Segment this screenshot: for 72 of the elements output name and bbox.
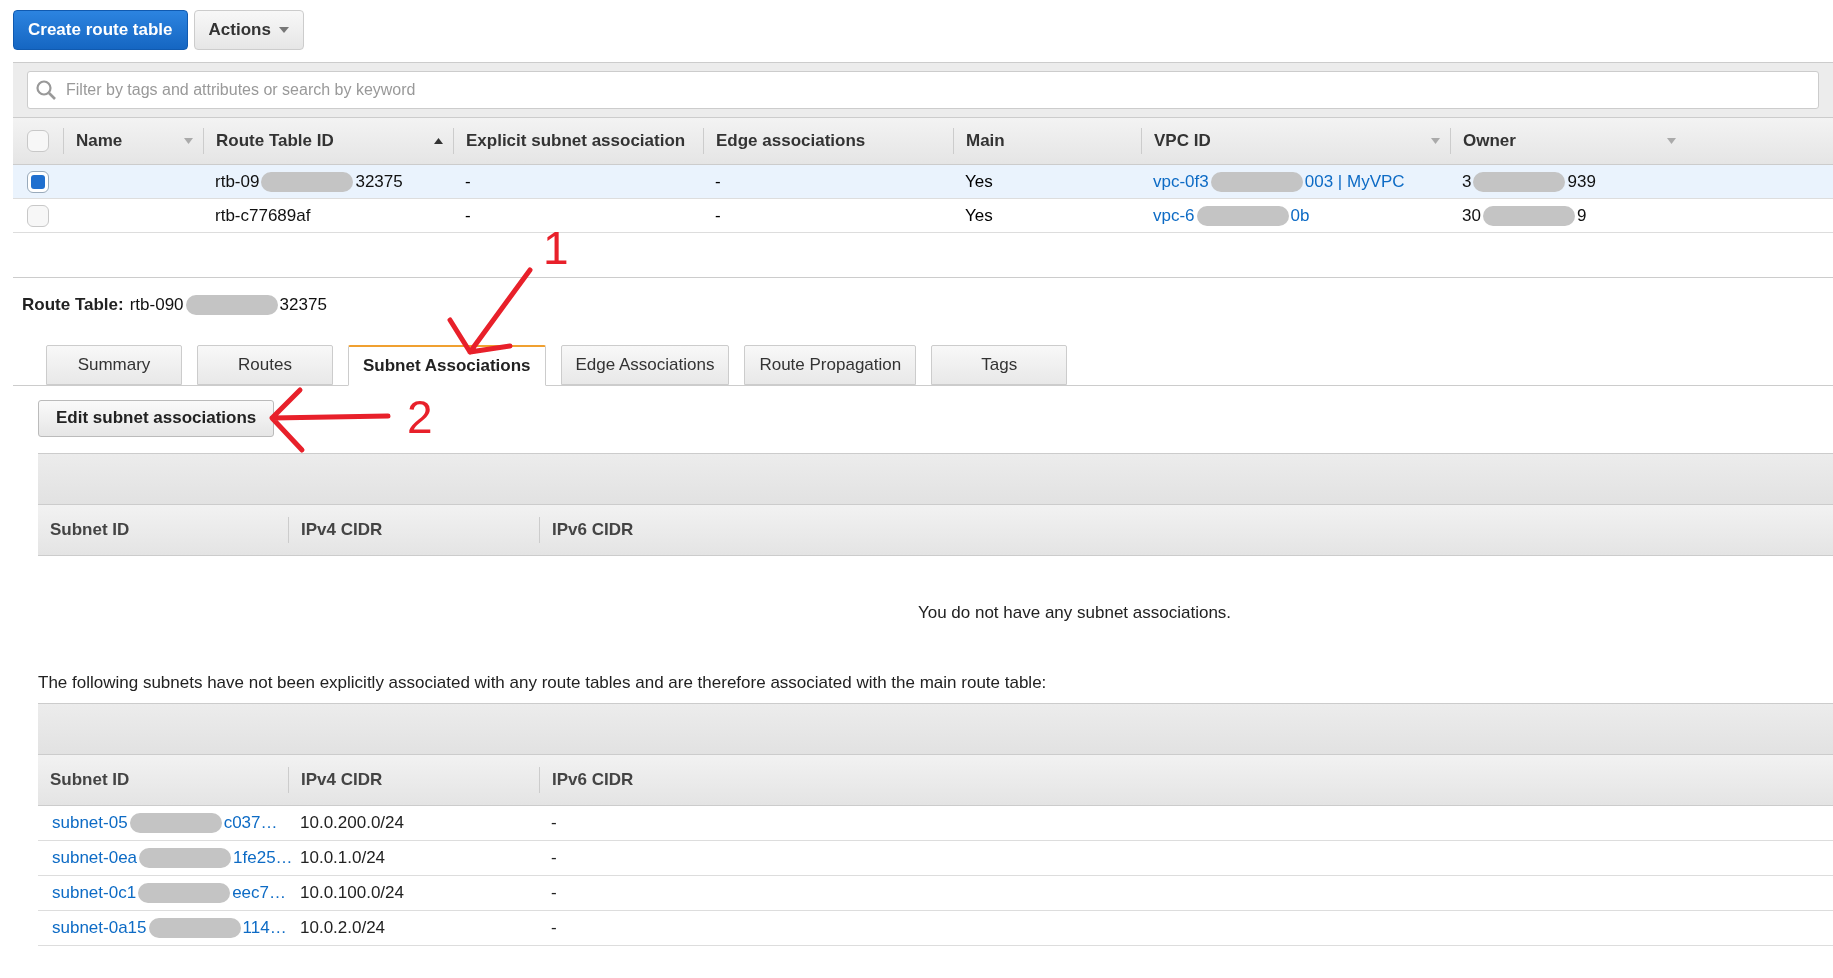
table-cell: Yes <box>965 205 993 225</box>
owner-id: 9 <box>1576 204 1587 227</box>
table-cell: 10.0.2.0/24 <box>300 918 386 938</box>
sort-ascending-icon[interactable] <box>434 138 443 144</box>
column-header[interactable]: Name <box>76 128 123 154</box>
subnet-link[interactable]: c037… <box>223 810 278 836</box>
route-table-id: rtb-090 <box>129 294 184 316</box>
column-header[interactable]: Route Table ID <box>216 128 334 154</box>
vpc-link[interactable]: 0b <box>1290 202 1310 229</box>
row-checkbox[interactable] <box>27 204 49 227</box>
column-header: Subnet ID <box>50 769 130 792</box>
tab[interactable]: Summary <box>46 344 182 385</box>
create-route-table-button[interactable]: Create route table <box>13 10 188 50</box>
vpc-link[interactable]: vpc-0f3 <box>1153 168 1209 195</box>
tab[interactable]: Routes <box>197 344 333 385</box>
column-header: IPv4 CIDR <box>301 769 383 792</box>
route-table-id: rtb-c77689af <box>215 204 311 227</box>
subnet-link[interactable]: subnet-05 <box>52 810 128 836</box>
table-cell: - <box>715 171 721 191</box>
column-header[interactable]: Main <box>966 128 1005 154</box>
caret-icon <box>278 27 289 33</box>
vpc-link[interactable]: 003 | MyVPC <box>1304 168 1405 195</box>
column-header[interactable]: Owner <box>1463 128 1516 154</box>
tab[interactable]: Route Propagation <box>744 344 917 385</box>
caret-icon[interactable] <box>184 138 193 144</box>
table-cell: - <box>551 918 557 938</box>
search-field[interactable]: Filter by tags and attributes or search by keyword <box>27 71 1819 109</box>
note-text: The following subnets have not been explicitly associated with any route tables and are therefore associated with the main route table: <box>38 672 1047 692</box>
subnet-link[interactable]: subnet-0ea <box>52 845 138 871</box>
table-cell: 10.0.1.0/24 <box>300 848 386 868</box>
owner-id: 939 <box>1567 170 1596 193</box>
vpc-link[interactable]: vpc-6 <box>1153 202 1195 229</box>
table-cell: 10.0.100.0/24 <box>300 883 404 903</box>
column-header: IPv6 CIDR <box>552 769 634 792</box>
table-cell: 10.0.200.0/24 <box>300 813 404 833</box>
owner-id: 30 <box>1462 204 1481 227</box>
subnet-link[interactable]: subnet-0c1 <box>52 880 137 906</box>
table-cell: - <box>465 171 471 191</box>
route-table-id: rtb-09 <box>215 170 260 193</box>
column-header: IPv4 CIDR <box>301 518 383 541</box>
annotation-number: 2 <box>407 394 433 440</box>
subnet-link[interactable]: subnet-0a15 <box>52 915 147 941</box>
actions-button[interactable]: Actions <box>193 10 304 50</box>
column-header[interactable]: Edge associations <box>716 128 866 154</box>
table-cell: - <box>465 205 471 225</box>
row-checkbox[interactable] <box>27 170 49 193</box>
annotation-number: 1 <box>543 225 569 271</box>
table-cell: - <box>551 883 557 903</box>
route-table-id: 32375 <box>355 170 403 193</box>
tab[interactable]: Subnet Associations <box>348 344 546 386</box>
column-header: Subnet ID <box>50 518 130 541</box>
table-cell: Yes <box>965 171 993 191</box>
table-cell: - <box>715 205 721 225</box>
caret-icon[interactable] <box>1667 138 1676 144</box>
column-header[interactable]: Explicit subnet association <box>466 128 686 154</box>
search-icon <box>35 79 57 101</box>
edit-subnet-associations-button[interactable]: Edit subnet associations <box>38 399 275 437</box>
column-header[interactable]: VPC ID <box>1154 128 1211 154</box>
tab[interactable]: Tags <box>931 344 1068 385</box>
subnet-link[interactable]: eec7… <box>232 880 286 906</box>
table-cell: - <box>551 848 557 868</box>
tab[interactable]: Edge Associations <box>560 344 730 385</box>
subnet-link[interactable]: 1fe25… <box>233 845 293 871</box>
subnet-link[interactable]: 114… <box>242 915 287 941</box>
owner-id: 3 <box>1462 170 1472 193</box>
caret-icon[interactable] <box>1431 138 1440 144</box>
row-checkbox[interactable] <box>27 130 49 152</box>
empty-message: You do not have any subnet associations. <box>917 601 1232 624</box>
route-table-label: Route Table: <box>22 294 124 316</box>
column-header: IPv6 CIDR <box>552 518 634 541</box>
route-table-id: 32375 <box>279 294 327 316</box>
table-cell: - <box>551 813 557 833</box>
